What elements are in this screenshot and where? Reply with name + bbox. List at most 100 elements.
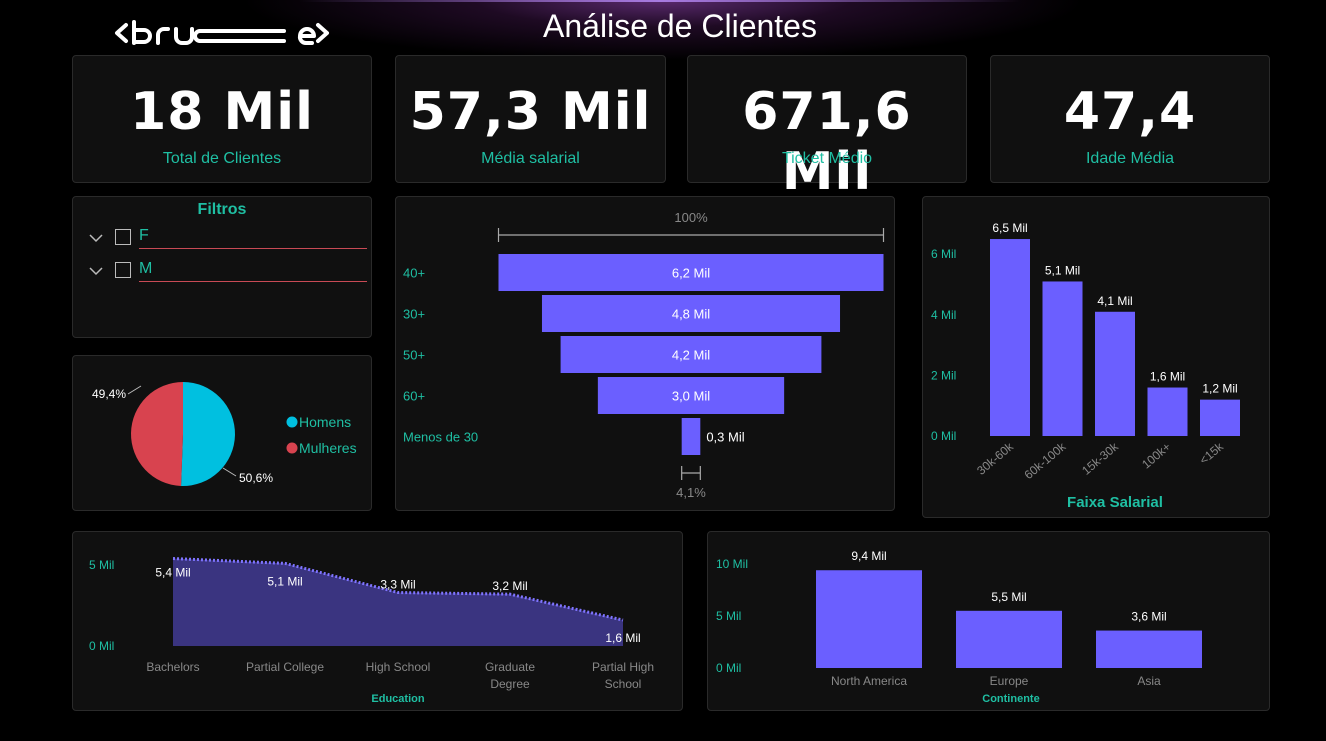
pie-leader-line [222, 467, 237, 477]
pie-leader-line [127, 385, 142, 395]
chevron-down-icon[interactable] [89, 231, 103, 245]
funnel-category-label: 40+ [403, 266, 425, 281]
bar-data-label: 5,1 Mil [1045, 263, 1080, 277]
bar-data-label: 3,6 Mil [1131, 610, 1166, 624]
y-tick-label: 5 Mil [716, 609, 741, 623]
area-data-label: 5,1 Mil [267, 574, 302, 588]
age-funnel-card: 100% 40+ 6,2 Mil 30+ 4,8 Mil 50+ 4,2 Mil 60+ 3,0… [395, 196, 895, 511]
kpi-value: 18 Mil [130, 82, 314, 142]
area-data-label: 5,4 Mil [155, 566, 190, 580]
salary-bar-chart: 0 Mil 2 Mil 4 Mil 6 Mil 6,5 Mil 30k-60k 5,1 Mi… [931, 221, 1240, 511]
x-tick-label: 60k-100k [1022, 439, 1070, 482]
salary-bar [990, 239, 1030, 436]
legend-label: Homens [299, 414, 351, 430]
continent-bar [956, 610, 1062, 668]
funnel-category-label: 30+ [403, 307, 425, 322]
pie-data-label: 50,6% [239, 471, 273, 485]
y-tick-label: 0 Mil [931, 429, 956, 443]
area-data-label: 1,6 Mil [605, 631, 640, 645]
x-tick-label: Graduate [485, 660, 535, 674]
x-tick-label: 100k+ [1139, 440, 1173, 472]
x-tick-label: 30k-60k [974, 439, 1016, 478]
gender-pie-chart: 50,6% 49,4% Homens Mulheres [92, 382, 357, 486]
y-tick-label: 0 Mil [716, 661, 741, 675]
x-tick-label: Partial High [592, 660, 654, 674]
legend-marker [286, 416, 298, 428]
brand-logo [115, 20, 329, 45]
salary-bar-card: 0 Mil 2 Mil 4 Mil 6 Mil 6,5 Mil 30k-60k 5,1 Mi… [922, 196, 1270, 518]
filters-panel: Filtros F M [72, 196, 372, 338]
kpi-label: Idade Média [1085, 150, 1175, 167]
x-axis-title: Continente [982, 693, 1039, 705]
kpi-value: 671,6 Mil [742, 82, 912, 202]
x-tick-label: Asia [1137, 674, 1161, 688]
funnel-category-label: Menos de 30 [403, 430, 478, 445]
kpi-value: 47,4 [1063, 82, 1197, 142]
bar-data-label: 1,6 Mil [1150, 370, 1185, 384]
bar-data-label: 5,5 Mil [991, 590, 1026, 604]
continent-bar [1096, 630, 1202, 668]
x-tick-label: Bachelors [146, 660, 199, 674]
filter-label-f: F [139, 227, 149, 244]
filter-underline [139, 248, 367, 249]
x-tick-label: <15k [1197, 439, 1227, 467]
funnel-category-label: 50+ [403, 348, 425, 363]
education-area-chart: 0 Mil 5 Mil 5,4 Mil 5,1 Mil 3,3 Mil 3,2 Mil 1,… [89, 557, 654, 705]
funnel-data-label: 4,2 Mil [672, 348, 710, 363]
page-title: Análise de Clientes [543, 8, 817, 44]
continent-bar-chart: 0 Mil 5 Mil 10 Mil 9,4 Mil North America 5,5 … [716, 549, 1202, 705]
x-tick-label: 15k-30k [1079, 439, 1121, 478]
gender-pie-card: 50,6% 49,4% Homens Mulheres [72, 355, 372, 511]
kpi-label: Média salarial [481, 150, 580, 167]
funnel-top-label: 100% [674, 210, 708, 225]
pie-data-label: 49,4% [92, 387, 126, 401]
filter-label-m: M [139, 260, 153, 277]
education-area-card: 0 Mil 5 Mil 5,4 Mil 5,1 Mil 3,3 Mil 3,2 Mil 1,… [72, 531, 683, 711]
y-tick-label: 5 Mil [89, 558, 114, 572]
chevron-down-icon[interactable] [89, 264, 103, 278]
x-axis-title: Education [371, 693, 424, 705]
y-tick-label: 6 Mil [931, 247, 956, 261]
salary-bar [1147, 387, 1188, 436]
filters-title: Filtros [197, 201, 247, 218]
filter-row-f[interactable]: F [89, 227, 369, 251]
y-tick-label: 0 Mil [89, 639, 114, 653]
salary-bar [1200, 399, 1240, 436]
header-accent-line [300, 0, 1020, 2]
kpi-card-average-age: 47,4 Idade Média [990, 55, 1270, 183]
funnel-bar [681, 418, 701, 455]
kpi-value: 57,3 Mil [409, 82, 652, 142]
kpi-label: Ticket Médio [781, 150, 873, 167]
kpi-card-average-ticket: 671,6 Mil Ticket Médio [687, 55, 967, 202]
y-tick-label: 10 Mil [716, 557, 748, 571]
pie-slice [130, 382, 183, 486]
legend-label: Mulheres [299, 440, 357, 456]
funnel-bottom-label: 4,1% [676, 485, 706, 500]
legend-marker [286, 442, 298, 454]
filter-row-m[interactable]: M [89, 260, 369, 284]
kpi-card-total-clients: 18 Mil Total de Clientes [72, 55, 372, 183]
kpi-label: Total de Clientes [162, 150, 282, 167]
funnel-category-label: 60+ [403, 389, 425, 404]
bar-data-label: 1,2 Mil [1202, 382, 1237, 396]
funnel-data-label: 4,8 Mil [672, 307, 710, 322]
age-funnel-chart: 100% 40+ 6,2 Mil 30+ 4,8 Mil 50+ 4,2 Mil 60+ 3,0… [403, 210, 885, 500]
bar-data-label: 6,5 Mil [992, 221, 1027, 235]
bar-data-label: 4,1 Mil [1097, 294, 1132, 308]
area-fill [173, 558, 623, 646]
y-tick-label: 4 Mil [931, 308, 956, 322]
filter-underline [139, 281, 367, 282]
x-tick-label: Degree [490, 677, 530, 691]
bar-data-label: 9,4 Mil [851, 549, 886, 563]
area-data-label: 3,2 Mil [492, 579, 527, 593]
salary-bar [1042, 281, 1083, 436]
x-tick-label: High School [366, 660, 431, 674]
filter-checkbox-m[interactable] [115, 262, 131, 278]
filter-checkbox-f[interactable] [115, 229, 131, 245]
funnel-data-label: 3,0 Mil [672, 389, 710, 404]
x-tick-label: Europe [990, 674, 1029, 688]
continent-bar [816, 570, 922, 668]
funnel-data-label: 6,2 Mil [672, 266, 710, 281]
x-tick-label: Partial College [246, 660, 324, 674]
funnel-data-label: 0,3 Mil [706, 430, 744, 445]
